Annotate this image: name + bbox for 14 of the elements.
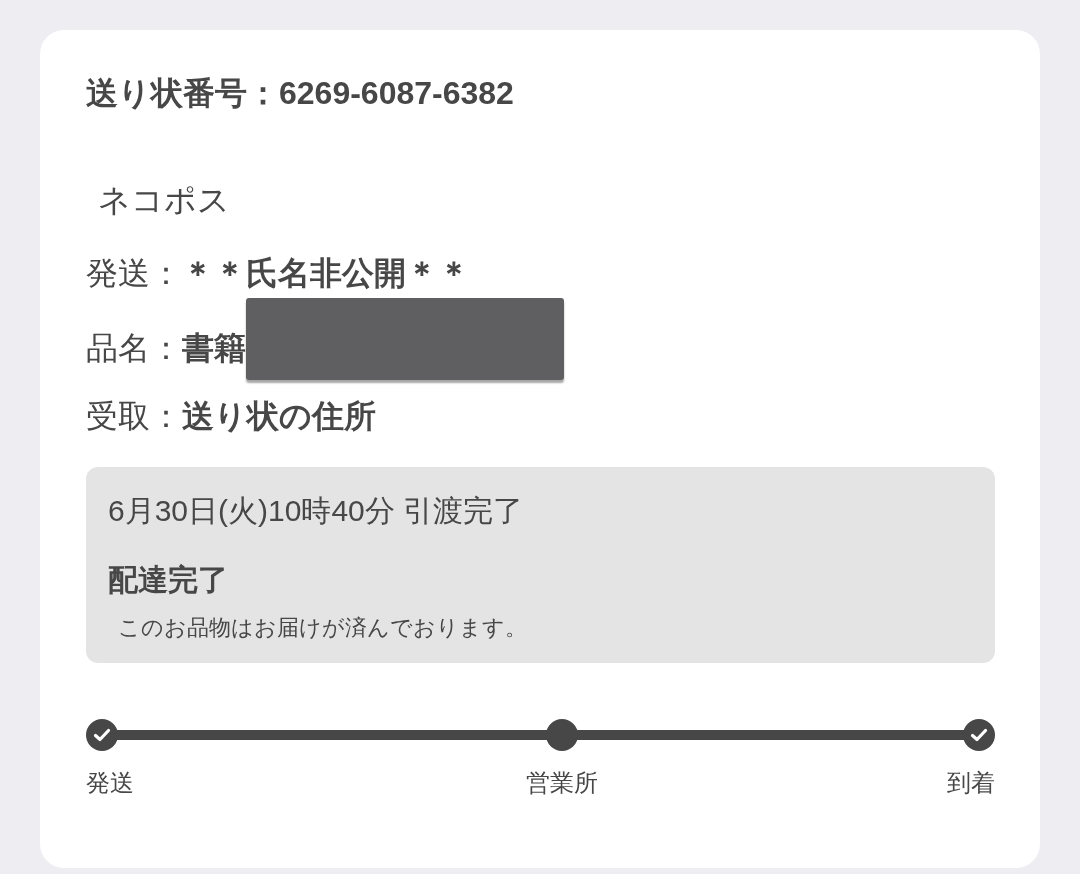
detail-value: 送り状の住所 xyxy=(182,397,376,436)
detail-value: 書籍 xyxy=(182,329,246,368)
detail-label: 発送： xyxy=(86,254,182,293)
detail-label: 受取： xyxy=(86,397,182,436)
status-title: 配達完了 xyxy=(108,562,228,598)
step-label: 発送 xyxy=(86,768,134,798)
step-label: 到着 xyxy=(947,768,995,798)
waybill-number-title: 送り状番号：6269-6087-6382 xyxy=(86,74,514,113)
status-message: このお品物はお届けが済んでおります。 xyxy=(118,614,527,642)
step-label: 営業所 xyxy=(526,768,598,798)
status-timestamp: 6月30日(火)10時40分 引渡完了 xyxy=(108,493,524,529)
detail-value: ＊＊氏名非公開＊＊ xyxy=(182,254,470,293)
service-name: ネコポス xyxy=(97,181,230,220)
detail-label: 品名： xyxy=(86,329,182,368)
